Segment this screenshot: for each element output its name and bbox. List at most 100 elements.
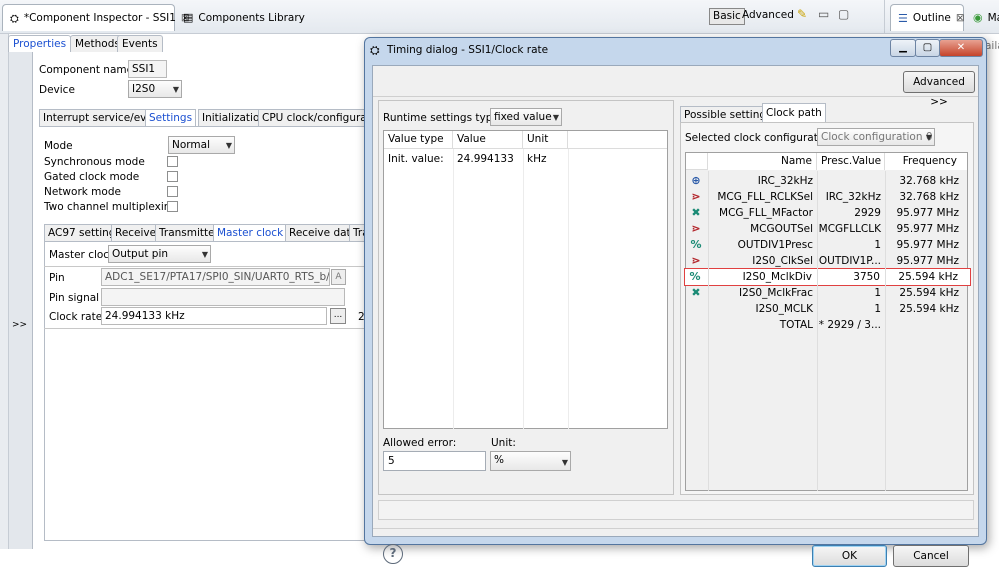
network-mode-checkbox[interactable] — [167, 186, 178, 197]
clock-rate-dialog-button[interactable]: ... — [330, 308, 346, 324]
freq-cell: 95.977 MHz — [896, 255, 959, 267]
tab-component-inspector[interactable]: ⛭ *Component Inspector - SSI1 ⊠ — [2, 4, 190, 31]
clock-path-row[interactable]: ⋗ I2S0_ClkSel OUTDIV1P... 95.977 MHz — [686, 253, 967, 269]
two-channel-checkbox[interactable] — [167, 201, 178, 212]
name-cell: MCGOUTSel — [750, 223, 813, 235]
clock-rate-label: Clock rate — [49, 311, 103, 323]
gated-clock-mode-checkbox[interactable] — [167, 171, 178, 182]
left-gutter — [0, 34, 9, 549]
synchronous-mode-checkbox[interactable] — [167, 156, 178, 167]
column-rule — [523, 149, 524, 429]
tab-ma[interactable]: ◉ Ma — [966, 5, 999, 30]
chevron-down-icon: ▼ — [561, 458, 568, 467]
tab-outline[interactable]: ☰ Outline ⊠ — [890, 4, 965, 31]
runtime-settings-select[interactable]: fixed value ▼ — [490, 108, 562, 126]
clock-path-row[interactable]: ✖ MCG_FLL_MFactor 2929 95.977 MHz — [686, 205, 967, 221]
tab-properties[interactable]: Properties — [8, 35, 72, 52]
network-mode-label: Network mode — [44, 186, 121, 198]
name-cell: OUTDIV1Presc — [737, 239, 813, 251]
note-icon[interactable]: ✎ — [797, 7, 807, 21]
presc-cell: MCGFLLCLK — [818, 223, 881, 235]
clock-path-row[interactable]: ⋗ MCGOUTSel MCGFLLCLK 95.977 MHz — [686, 221, 967, 237]
clock-path-row[interactable]: I2S0_MCLK 1 25.594 kHz — [686, 301, 967, 317]
component-icon: ⛭ — [10, 11, 19, 25]
tab-label: Components Library — [198, 11, 305, 24]
device-value: I2S0 — [132, 83, 156, 95]
tab-transmit-data[interactable]: Tra — [349, 224, 365, 241]
column-rule — [885, 171, 886, 491]
column-header[interactable]: Presc.Value — [817, 153, 885, 170]
pin-select-button[interactable]: A — [331, 269, 346, 285]
column-header[interactable]: Value — [453, 131, 523, 148]
freq-cell: 95.977 MHz — [896, 207, 959, 219]
collapse-bar[interactable]: >> — [9, 52, 33, 549]
maximize-button[interactable]: ▢ — [915, 39, 940, 57]
dialog-icon: ⛭ — [370, 43, 380, 57]
minimize-button[interactable]: ▁ — [890, 39, 916, 57]
close-button[interactable]: ✕ — [939, 39, 983, 57]
presc-cell: 2929 — [854, 207, 881, 219]
freq-cell: 25.594 kHz — [898, 271, 958, 283]
basic-toggle[interactable]: Basic — [709, 8, 745, 25]
help-icon[interactable]: ? — [383, 544, 403, 564]
close-icon[interactable]: ⊠ — [956, 12, 965, 24]
column-header[interactable]: Value type — [384, 131, 453, 148]
clock-config-select[interactable]: Clock configuration 0 ▼ — [817, 128, 935, 146]
table-row[interactable]: Init. value: 24.994133 kHz — [384, 151, 667, 167]
master-clock-label: Master clock — [49, 249, 116, 261]
tab-cpu-clock[interactable]: CPU clock/configuratio — [258, 109, 366, 126]
availability-text: ailab — [985, 40, 999, 52]
clock-config-value: Clock configuration 0 — [821, 131, 933, 143]
column-rule — [817, 171, 818, 491]
value-table: Value type Value Unit Init. value: 24.99… — [383, 130, 668, 429]
mode-value: Normal — [172, 139, 210, 151]
ok-button[interactable]: OK — [812, 545, 887, 567]
advanced-toggle[interactable]: Advanced — [742, 9, 794, 21]
clock-path-row[interactable]: % OUTDIV1Presc 1 95.977 MHz — [686, 237, 967, 253]
device-select[interactable]: I2S0 ▼ — [128, 80, 182, 98]
mode-select[interactable]: Normal ▼ — [168, 136, 235, 154]
clock-rate-field[interactable]: 24.994133 kHz — [101, 307, 327, 325]
divider — [373, 528, 978, 529]
clock-path-row[interactable]: ⊕ IRC_32kHz 32.768 kHz — [686, 173, 967, 189]
master-clock-value: Output pin — [112, 248, 169, 260]
advanced-button[interactable]: Advanced >> — [903, 71, 975, 108]
maximize-icon[interactable]: ▢ — [838, 7, 849, 21]
dialog-body: Advanced >> Runtime settings type: fixed… — [372, 65, 979, 567]
cancel-button[interactable]: Cancel — [893, 545, 969, 567]
master-clock-select[interactable]: Output pin ▼ — [108, 245, 211, 263]
column-rule — [453, 149, 454, 429]
column-header[interactable]: Frequency — [885, 153, 967, 170]
allowed-error-label: Allowed error: — [383, 437, 457, 449]
name-cell: I2S0_MclkDiv — [742, 271, 812, 283]
runtime-settings-group: Runtime settings type: fixed value ▼ Valu… — [378, 100, 674, 495]
freq-cell: 95.977 MHz — [896, 223, 959, 235]
clock-path-row[interactable]: ✖ I2S0_MclkFrac 1 25.594 kHz — [686, 285, 967, 301]
freq-cell: 32.768 kHz — [899, 191, 959, 203]
clock-path-row[interactable]: % I2S0_MclkDiv 3750 25.594 kHz — [684, 268, 971, 286]
pin-signal-field[interactable] — [101, 288, 345, 306]
view-icon: ◉ — [973, 11, 983, 24]
component-name-field[interactable]: SSI1 — [128, 60, 167, 78]
tab-components-library[interactable]: ▤ Components Library — [176, 5, 312, 30]
allowed-error-input[interactable]: 5 — [383, 451, 486, 471]
column-rule — [568, 149, 569, 429]
freq-cell: 32.768 kHz — [899, 175, 959, 187]
pin-field[interactable]: ADC1_SE17/PTA17/SPI0_SIN/UART0_RTS_b/FB_ — [101, 268, 330, 286]
tab-events[interactable]: Events — [117, 35, 163, 52]
expand-icon[interactable]: >> — [12, 320, 27, 330]
tab-settings[interactable]: Settings — [145, 109, 197, 126]
clock-path-row[interactable]: TOTAL * 2929 / 3... — [686, 317, 967, 333]
tab-master-clock[interactable]: Master clock — [213, 224, 288, 241]
status-strip — [378, 500, 974, 520]
source-icon: ⊕ — [691, 174, 701, 187]
column-header[interactable]: Name — [708, 153, 817, 170]
minimize-icon[interactable]: ▭ — [818, 7, 829, 21]
presc-cell: 1 — [874, 239, 881, 251]
tab-clock-path[interactable]: Clock path — [762, 103, 826, 123]
column-header[interactable]: Unit — [523, 131, 568, 148]
clock-path-row[interactable]: ⋗ MCG_FLL_RCLKSel IRC_32kHz 32.768 kHz — [686, 189, 967, 205]
column-rule — [708, 171, 709, 491]
unit-select[interactable]: % ▼ — [490, 451, 571, 471]
chevron-down-icon: ▼ — [201, 250, 208, 259]
